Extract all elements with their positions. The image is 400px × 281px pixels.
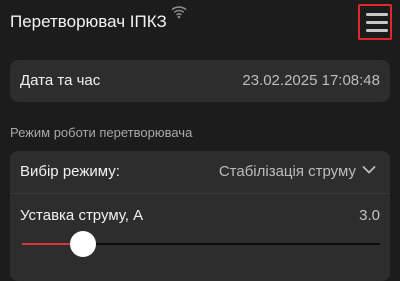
mode-select[interactable]: Вибір режиму: Стабілізація струму (10, 151, 390, 193)
section-title-mode: Режим роботи перетворювача (10, 125, 193, 140)
datetime-label: Дата та час (20, 72, 101, 89)
slider-thumb[interactable] (70, 231, 96, 257)
app-header: Перетворювач ІПКЗ (0, 0, 400, 48)
mode-card: Вибір режиму: Стабілізація струму Уставк… (10, 151, 390, 281)
mode-select-value: Стабілізація струму (218, 163, 356, 180)
hamburger-menu-icon (366, 13, 388, 16)
hamburger-menu-bar (366, 21, 388, 24)
datetime-card[interactable]: Дата та час 23.02.2025 17:08:48 (10, 60, 390, 102)
current-setpoint-value: 3.0 (359, 207, 380, 224)
chevron-down-icon (362, 166, 376, 174)
menu-button[interactable] (358, 4, 392, 40)
current-setpoint-label: Уставка струму, А (20, 207, 144, 224)
app-title: Перетворювач ІПКЗ (10, 12, 167, 31)
hamburger-menu-bar (366, 29, 388, 32)
datetime-value: 23.02.2025 17:08:48 (242, 72, 380, 89)
wifi-icon (171, 6, 187, 19)
mode-select-label: Вибір режиму: (20, 163, 120, 180)
current-setpoint-slider[interactable] (22, 231, 380, 257)
divider (10, 193, 390, 194)
